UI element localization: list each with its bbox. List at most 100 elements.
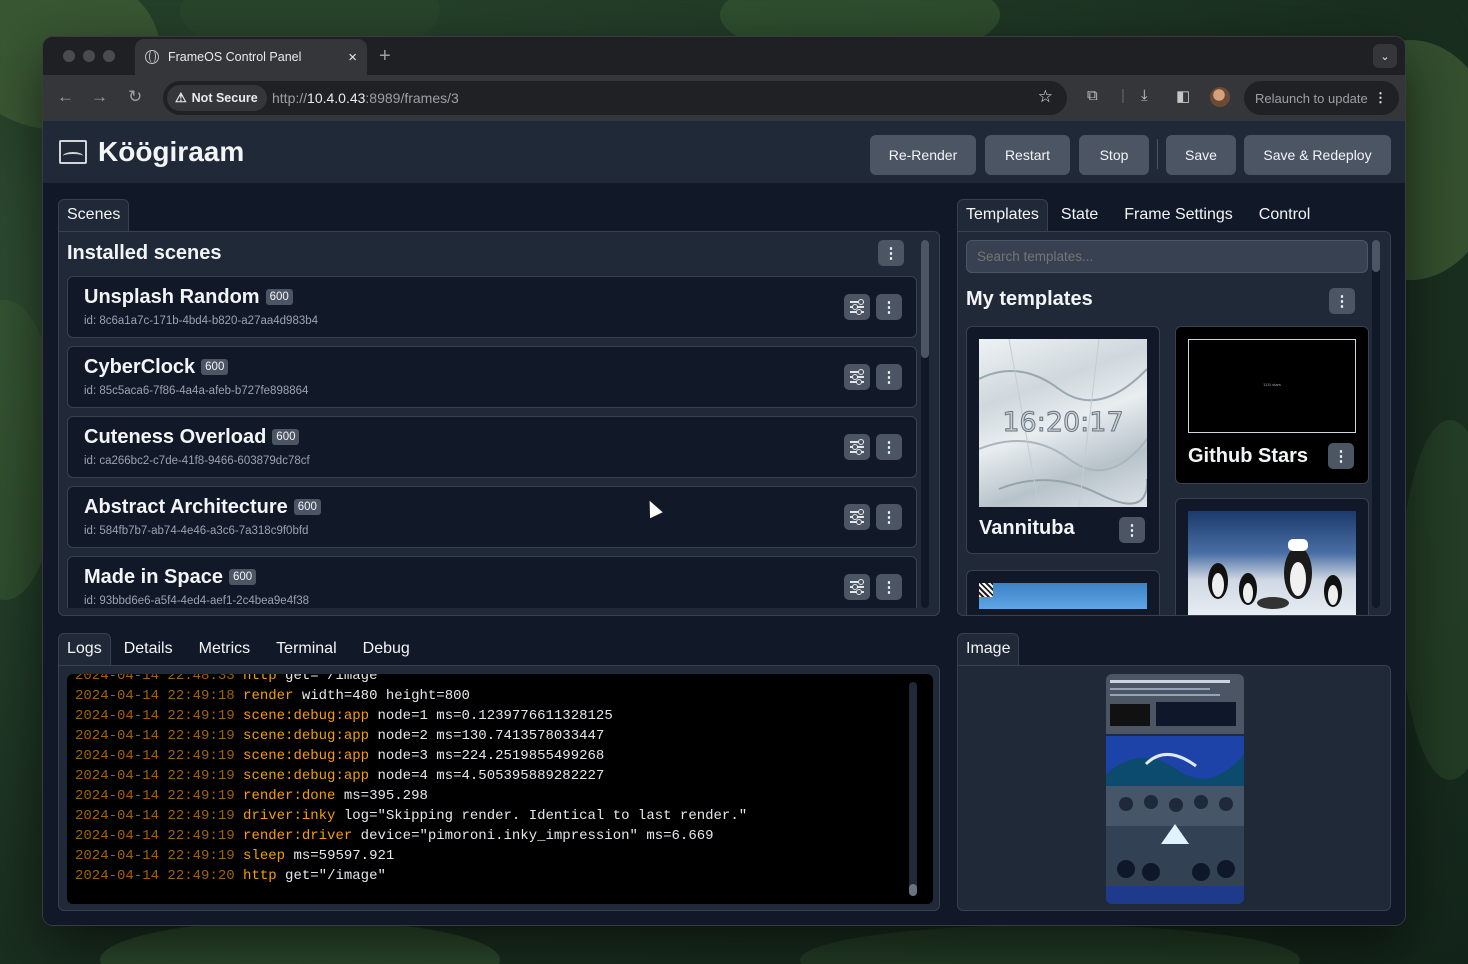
log-line: 2024-04-14 22:49:18 render width=480 hei… xyxy=(75,688,470,704)
frame-image-preview[interactable] xyxy=(1106,674,1244,904)
log-line: 2024-04-14 22:49:19 render:driver device… xyxy=(75,828,714,844)
template-thumbnail xyxy=(979,583,1147,609)
log-event: scene:debug:app xyxy=(243,728,370,744)
log-event: scene:debug:app xyxy=(243,708,370,724)
logs-tabs: Logs Details Metrics Terminal Debug xyxy=(58,633,423,666)
scene-menu-button[interactable]: ⋮ xyxy=(876,364,902,390)
tab-state[interactable]: State xyxy=(1048,199,1111,232)
browser-toolbar: ← → ↻ ⚠ Not Secure http://10.4.0.43:8989… xyxy=(43,75,1405,121)
sliders-icon[interactable] xyxy=(844,434,870,460)
image-panel xyxy=(957,665,1391,911)
scrollbar-thumb[interactable] xyxy=(1372,240,1380,272)
scene-card[interactable]: CyberClock 600 id: 85c5aca6-7f86-4a4a-afe… xyxy=(67,346,917,408)
address-bar[interactable]: ⚠ Not Secure http://10.4.0.43:8989/frame… xyxy=(163,81,1067,115)
tab-details[interactable]: Details xyxy=(111,633,186,666)
header-divider xyxy=(1157,139,1158,169)
search-input[interactable] xyxy=(966,240,1368,273)
templates-menu-button[interactable]: ⋮ xyxy=(1329,288,1355,314)
template-card[interactable] xyxy=(966,570,1160,615)
scene-badge: 600 xyxy=(228,569,257,585)
templates-panel: My templates ⋮ 16:20:17 Vannituba ⋮ xyxy=(957,231,1391,616)
scene-card[interactable]: Unsplash Random 600 id: 8c6a1a7c-171b-4bd… xyxy=(67,276,917,338)
log-event: sleep xyxy=(243,848,286,864)
tab-terminal[interactable]: Terminal xyxy=(263,633,349,666)
log-output[interactable]: 2024-04-14 22:48:33 http get="/image" 202… xyxy=(67,674,933,904)
log-params: ms=59597.921 xyxy=(285,848,395,864)
new-tab-button[interactable]: + xyxy=(379,45,391,68)
minimize-window-button[interactable] xyxy=(83,50,95,62)
logs-scrollbar[interactable] xyxy=(909,682,917,896)
template-clock: 16:20:17 xyxy=(1002,407,1124,439)
log-timestamp: 2024-04-14 22:49:18 xyxy=(75,688,235,704)
scene-menu-button[interactable]: ⋮ xyxy=(876,434,902,460)
tab-logs[interactable]: Logs xyxy=(58,633,111,666)
scene-card[interactable]: Abstract Architecture 600 id: 584fb7b7-ab… xyxy=(67,486,917,548)
scene-name-text: CyberClock xyxy=(84,356,196,378)
close-icon[interactable]: × xyxy=(348,49,357,66)
template-card[interactable] xyxy=(1175,498,1369,615)
save-redeploy-button[interactable]: Save & Redeploy xyxy=(1244,135,1391,175)
browser-tab[interactable]: FrameOS Control Panel × xyxy=(135,39,367,75)
template-card[interactable]: 1111 stars Github Stars ⋮ xyxy=(1175,326,1369,484)
save-button[interactable]: Save xyxy=(1166,135,1236,175)
scrollbar-thumb[interactable] xyxy=(909,884,917,896)
url-text[interactable]: http://10.4.0.43:8989/frames/3 xyxy=(272,90,459,106)
puzzle-icon[interactable]: ⧉ xyxy=(1087,87,1098,104)
scrollbar-thumb[interactable] xyxy=(921,240,929,358)
app: Köögiraam Re-Render Restart Stop Save Sa… xyxy=(43,121,1405,925)
sliders-icon[interactable] xyxy=(844,364,870,390)
rerender-button[interactable]: Re-Render xyxy=(870,135,976,175)
template-card[interactable]: 16:20:17 Vannituba ⋮ xyxy=(966,326,1160,554)
scene-name: CyberClock 600 xyxy=(84,356,229,379)
download-icon[interactable]: ⤓ xyxy=(1141,87,1148,104)
stop-button[interactable]: Stop xyxy=(1079,135,1149,175)
templates-scrollbar[interactable] xyxy=(1372,240,1380,608)
star-icon[interactable]: ☆ xyxy=(1038,87,1053,107)
tab-control[interactable]: Control xyxy=(1246,199,1324,232)
scene-menu-button[interactable]: ⋮ xyxy=(876,574,902,600)
log-timestamp: 2024-04-14 22:49:19 xyxy=(75,788,235,804)
template-menu-button[interactable]: ⋮ xyxy=(1119,517,1145,543)
scene-card[interactable]: Made in Space 600 id: 93bbd6e6-a5f4-4ed4-… xyxy=(67,556,917,608)
maximize-window-button[interactable] xyxy=(103,50,115,62)
log-event: scene:debug:app xyxy=(243,768,370,784)
log-timestamp: 2024-04-14 22:48:33 xyxy=(75,674,235,684)
relaunch-button[interactable]: Relaunch to update ⋮ xyxy=(1244,81,1399,115)
sliders-icon[interactable] xyxy=(844,294,870,320)
log-line: 2024-04-14 22:49:19 sleep ms=59597.921 xyxy=(75,848,394,864)
tab-image[interactable]: Image xyxy=(957,633,1020,666)
restart-button[interactable]: Restart xyxy=(985,135,1070,175)
tab-frame-settings[interactable]: Frame Settings xyxy=(1111,199,1245,232)
log-params: width=480 height=800 xyxy=(293,688,470,704)
sliders-icon[interactable] xyxy=(844,504,870,530)
tab-scenes[interactable]: Scenes xyxy=(58,199,130,232)
log-line: 2024-04-14 22:49:19 scene:debug:app node… xyxy=(75,708,613,724)
tab-metrics[interactable]: Metrics xyxy=(186,633,264,666)
template-menu-button[interactable]: ⋮ xyxy=(1328,443,1354,469)
log-event: http xyxy=(243,868,277,884)
scene-menu-button[interactable]: ⋮ xyxy=(876,504,902,530)
scene-badge: 600 xyxy=(265,289,293,305)
security-chip[interactable]: ⚠ Not Secure xyxy=(167,85,267,111)
scenes-menu-button[interactable]: ⋮ xyxy=(878,240,904,266)
tab-debug[interactable]: Debug xyxy=(350,633,423,666)
log-timestamp: 2024-04-14 22:49:19 xyxy=(75,828,235,844)
chevron-down-icon[interactable]: ⌄ xyxy=(1373,44,1397,68)
sliders-icon[interactable] xyxy=(844,574,870,600)
scenes-scrollbar[interactable] xyxy=(921,240,929,608)
arrow-right-icon[interactable]: → xyxy=(91,87,108,107)
scene-badge: 600 xyxy=(293,499,321,515)
tab-templates[interactable]: Templates xyxy=(957,199,1048,232)
close-window-button[interactable] xyxy=(63,50,75,62)
qr-code-icon xyxy=(979,583,993,597)
scene-menu-button[interactable]: ⋮ xyxy=(876,294,902,320)
url-prefix: http:// xyxy=(272,90,308,106)
avatar[interactable] xyxy=(1210,87,1230,107)
log-line: 2024-04-14 22:49:20 http get="/image" xyxy=(75,868,386,884)
reload-icon[interactable]: ↻ xyxy=(128,87,142,107)
scene-card[interactable]: Cuteness Overload 600 id: ca266bc2-c7de-4… xyxy=(67,416,917,478)
scene-name: Unsplash Random 600 xyxy=(84,286,293,309)
log-timestamp: 2024-04-14 22:49:19 xyxy=(75,768,235,784)
sidepanel-icon[interactable]: ◧ xyxy=(1176,87,1190,105)
arrow-left-icon[interactable]: ← xyxy=(57,87,74,107)
